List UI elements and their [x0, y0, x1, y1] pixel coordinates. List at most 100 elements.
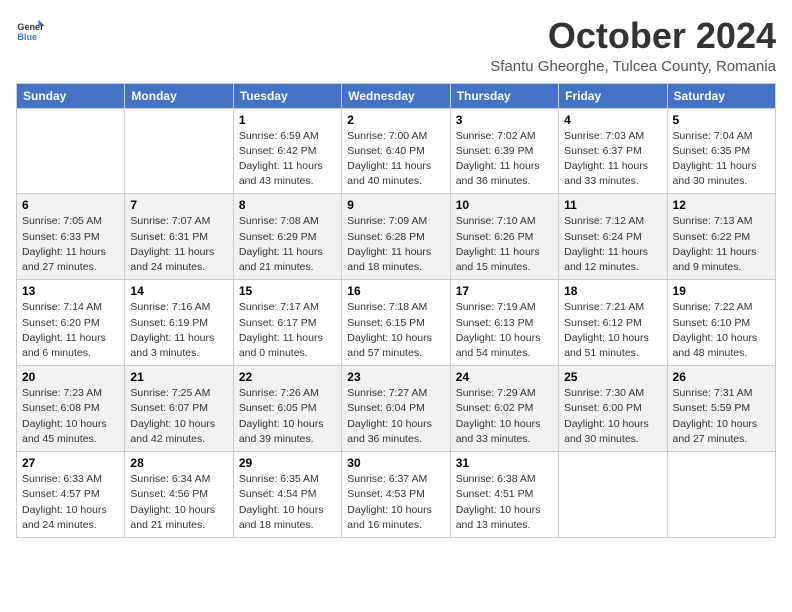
day-number: 11: [564, 198, 661, 212]
day-info: Sunrise: 7:07 AM Sunset: 6:31 PM Dayligh…: [130, 214, 227, 275]
day-info: Sunrise: 7:02 AM Sunset: 6:39 PM Dayligh…: [456, 129, 553, 190]
calendar-cell: 31 Sunrise: 6:38 AM Sunset: 4:51 PM Dayli…: [450, 452, 558, 538]
calendar-cell: 18 Sunrise: 7:21 AM Sunset: 6:12 PM Dayli…: [559, 280, 667, 366]
day-info: Sunrise: 7:30 AM Sunset: 6:00 PM Dayligh…: [564, 386, 661, 447]
svg-text:Blue: Blue: [17, 32, 37, 42]
day-number: 21: [130, 370, 227, 384]
calendar-cell: 25Sunrise: 7:30 AM Sunset: 6:00 PM Dayli…: [559, 366, 667, 452]
day-info: Sunrise: 7:29 AM Sunset: 6:02 PM Dayligh…: [456, 386, 553, 447]
calendar-cell: 12 Sunrise: 7:13 AM Sunset: 6:22 PM Dayli…: [667, 194, 775, 280]
calendar-cell: [125, 108, 233, 194]
day-number: 15: [239, 284, 336, 298]
day-info: Sunrise: 6:33 AM Sunset: 4:57 PM Dayligh…: [22, 472, 119, 533]
day-number: 20: [22, 370, 119, 384]
day-info: Sunrise: 7:31 AM Sunset: 5:59 PM Dayligh…: [673, 386, 770, 447]
day-number: 26: [673, 370, 770, 384]
calendar-cell: 17 Sunrise: 7:19 AM Sunset: 6:13 PM Dayli…: [450, 280, 558, 366]
logo: General Blue: [16, 16, 44, 44]
logo-icon: General Blue: [16, 16, 44, 44]
day-info: Sunrise: 7:22 AM Sunset: 6:10 PM Dayligh…: [673, 300, 770, 361]
day-number: 19: [673, 284, 770, 298]
weekday-header-saturday: Saturday: [667, 83, 775, 108]
day-number: 14: [130, 284, 227, 298]
day-number: 17: [456, 284, 553, 298]
calendar-cell: 22Sunrise: 7:26 AM Sunset: 6:05 PM Dayli…: [233, 366, 341, 452]
day-info: Sunrise: 7:10 AM Sunset: 6:26 PM Dayligh…: [456, 214, 553, 275]
calendar-cell: 24 Sunrise: 7:29 AM Sunset: 6:02 PM Dayli…: [450, 366, 558, 452]
day-number: 10: [456, 198, 553, 212]
calendar-week-3: 13 Sunrise: 7:14 AM Sunset: 6:20 PM Dayli…: [17, 280, 776, 366]
calendar-table: SundayMondayTuesdayWednesdayThursdayFrid…: [16, 83, 776, 538]
calendar-cell: 27 Sunrise: 6:33 AM Sunset: 4:57 PM Dayli…: [17, 452, 125, 538]
day-number: 31: [456, 456, 553, 470]
month-title: October 2024: [490, 16, 776, 56]
weekday-header-friday: Friday: [559, 83, 667, 108]
day-info: Sunrise: 6:34 AM Sunset: 4:56 PM Dayligh…: [130, 472, 227, 533]
location-subtitle: Sfantu Gheorghe, Tulcea County, Romania: [490, 58, 776, 75]
day-number: 24: [456, 370, 553, 384]
calendar-cell: 19 Sunrise: 7:22 AM Sunset: 6:10 PM Dayli…: [667, 280, 775, 366]
weekday-header-tuesday: Tuesday: [233, 83, 341, 108]
day-info: Sunrise: 6:38 AM Sunset: 4:51 PM Dayligh…: [456, 472, 553, 533]
day-number: 9: [347, 198, 444, 212]
day-number: 6: [22, 198, 119, 212]
day-number: 29: [239, 456, 336, 470]
calendar-cell: 3 Sunrise: 7:02 AM Sunset: 6:39 PM Daylig…: [450, 108, 558, 194]
day-number: 3: [456, 113, 553, 127]
day-number: 28: [130, 456, 227, 470]
day-number: 30: [347, 456, 444, 470]
calendar-cell: [17, 108, 125, 194]
day-info: Sunrise: 7:13 AM Sunset: 6:22 PM Dayligh…: [673, 214, 770, 275]
day-number: 27: [22, 456, 119, 470]
calendar-cell: 7 Sunrise: 7:07 AM Sunset: 6:31 PM Daylig…: [125, 194, 233, 280]
day-number: 12: [673, 198, 770, 212]
calendar-cell: 11Sunrise: 7:12 AM Sunset: 6:24 PM Dayli…: [559, 194, 667, 280]
day-info: Sunrise: 6:59 AM Sunset: 6:42 PM Dayligh…: [239, 129, 336, 190]
calendar-cell: [667, 452, 775, 538]
day-number: 23: [347, 370, 444, 384]
weekday-header-thursday: Thursday: [450, 83, 558, 108]
calendar-cell: 5Sunrise: 7:04 AM Sunset: 6:35 PM Daylig…: [667, 108, 775, 194]
day-info: Sunrise: 7:25 AM Sunset: 6:07 PM Dayligh…: [130, 386, 227, 447]
weekday-header-row: SundayMondayTuesdayWednesdayThursdayFrid…: [17, 83, 776, 108]
day-info: Sunrise: 7:00 AM Sunset: 6:40 PM Dayligh…: [347, 129, 444, 190]
calendar-week-4: 20 Sunrise: 7:23 AM Sunset: 6:08 PM Dayli…: [17, 366, 776, 452]
page-header: General Blue October 2024 Sfantu Gheorgh…: [16, 16, 776, 75]
day-number: 13: [22, 284, 119, 298]
calendar-week-1: 1Sunrise: 6:59 AM Sunset: 6:42 PM Daylig…: [17, 108, 776, 194]
calendar-cell: 4Sunrise: 7:03 AM Sunset: 6:37 PM Daylig…: [559, 108, 667, 194]
day-info: Sunrise: 7:03 AM Sunset: 6:37 PM Dayligh…: [564, 129, 661, 190]
calendar-cell: [559, 452, 667, 538]
day-number: 7: [130, 198, 227, 212]
calendar-cell: 20 Sunrise: 7:23 AM Sunset: 6:08 PM Dayli…: [17, 366, 125, 452]
calendar-cell: 14 Sunrise: 7:16 AM Sunset: 6:19 PM Dayli…: [125, 280, 233, 366]
calendar-cell: 30Sunrise: 6:37 AM Sunset: 4:53 PM Dayli…: [342, 452, 450, 538]
calendar-cell: 1Sunrise: 6:59 AM Sunset: 6:42 PM Daylig…: [233, 108, 341, 194]
day-info: Sunrise: 7:16 AM Sunset: 6:19 PM Dayligh…: [130, 300, 227, 361]
day-info: Sunrise: 7:21 AM Sunset: 6:12 PM Dayligh…: [564, 300, 661, 361]
calendar-cell: 28 Sunrise: 6:34 AM Sunset: 4:56 PM Dayli…: [125, 452, 233, 538]
day-number: 8: [239, 198, 336, 212]
calendar-cell: 9 Sunrise: 7:09 AM Sunset: 6:28 PM Daylig…: [342, 194, 450, 280]
calendar-week-5: 27 Sunrise: 6:33 AM Sunset: 4:57 PM Dayli…: [17, 452, 776, 538]
calendar-cell: 6 Sunrise: 7:05 AM Sunset: 6:33 PM Daylig…: [17, 194, 125, 280]
day-info: Sunrise: 7:09 AM Sunset: 6:28 PM Dayligh…: [347, 214, 444, 275]
day-info: Sunrise: 7:23 AM Sunset: 6:08 PM Dayligh…: [22, 386, 119, 447]
weekday-header-monday: Monday: [125, 83, 233, 108]
day-info: Sunrise: 7:17 AM Sunset: 6:17 PM Dayligh…: [239, 300, 336, 361]
calendar-cell: 16Sunrise: 7:18 AM Sunset: 6:15 PM Dayli…: [342, 280, 450, 366]
day-number: 18: [564, 284, 661, 298]
weekday-header-wednesday: Wednesday: [342, 83, 450, 108]
day-info: Sunrise: 7:19 AM Sunset: 6:13 PM Dayligh…: [456, 300, 553, 361]
day-number: 16: [347, 284, 444, 298]
title-block: October 2024 Sfantu Gheorghe, Tulcea Cou…: [490, 16, 776, 75]
calendar-cell: 15 Sunrise: 7:17 AM Sunset: 6:17 PM Dayli…: [233, 280, 341, 366]
day-info: Sunrise: 7:05 AM Sunset: 6:33 PM Dayligh…: [22, 214, 119, 275]
calendar-cell: 8Sunrise: 7:08 AM Sunset: 6:29 PM Daylig…: [233, 194, 341, 280]
calendar-cell: 2Sunrise: 7:00 AM Sunset: 6:40 PM Daylig…: [342, 108, 450, 194]
weekday-header-sunday: Sunday: [17, 83, 125, 108]
day-info: Sunrise: 7:27 AM Sunset: 6:04 PM Dayligh…: [347, 386, 444, 447]
day-number: 5: [673, 113, 770, 127]
calendar-cell: 29Sunrise: 6:35 AM Sunset: 4:54 PM Dayli…: [233, 452, 341, 538]
day-info: Sunrise: 7:14 AM Sunset: 6:20 PM Dayligh…: [22, 300, 119, 361]
